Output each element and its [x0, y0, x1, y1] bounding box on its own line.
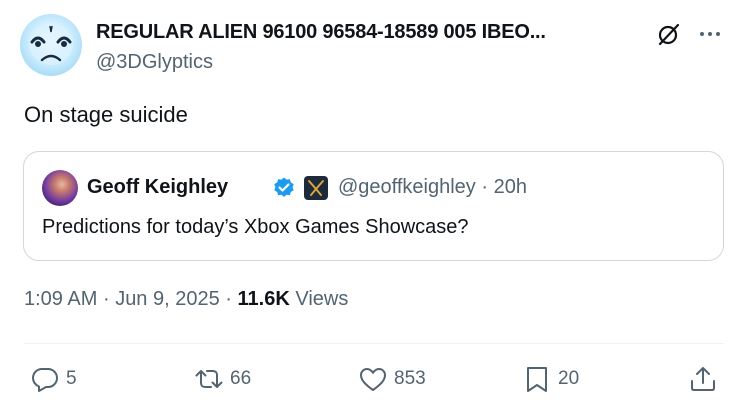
views-count[interactable]: 11.6K [238, 288, 290, 310]
repost-icon [195, 370, 223, 388]
author-display-name[interactable]: REGULAR ALIEN 96100 96584-18589 005 IBEO… [96, 21, 636, 44]
separator-dot: · [481, 176, 489, 198]
quoted-tweet-card[interactable]: Geoff Keighley @geoffkeighley · 20h Pred… [23, 151, 724, 261]
reply-count: 5 [66, 368, 77, 389]
grok-icon[interactable] [655, 20, 683, 48]
bookmark-count: 20 [558, 368, 580, 389]
quoted-tweet-text: Predictions for today’s Xbox Games Showc… [42, 216, 469, 238]
alien-face-icon [29, 23, 73, 65]
quoted-author-avatar[interactable] [42, 170, 78, 206]
tweet-date[interactable]: Jun 9, 2025 [115, 288, 220, 310]
bookmark-button[interactable]: 20 [522, 360, 579, 398]
views-label: Views [295, 288, 349, 310]
share-button[interactable] [688, 360, 718, 398]
repost-button[interactable]: 66 [194, 360, 251, 398]
heart-icon [360, 368, 386, 391]
like-count: 853 [394, 368, 426, 389]
separator-dot: · [102, 288, 110, 310]
separator-dot: · [225, 288, 232, 310]
share-icon [691, 367, 715, 391]
affiliation-badge-icon[interactable] [304, 176, 328, 200]
tweet-time[interactable]: 1:09 AM [24, 288, 97, 310]
tweet-text: On stage suicide [24, 102, 188, 127]
quoted-author-handle[interactable]: @geoffkeighley · 20h [338, 176, 527, 199]
like-button[interactable]: 853 [358, 360, 426, 398]
more-options-icon[interactable] [696, 20, 724, 48]
repost-count: 66 [230, 368, 252, 389]
divider [24, 343, 724, 344]
quoted-handle: @geoffkeighley [338, 176, 476, 198]
tweet-meta: 1:09 AM · Jun 9, 2025 · 11.6K Views [24, 288, 348, 311]
reply-icon [32, 368, 58, 392]
reply-button[interactable]: 5 [30, 360, 77, 398]
author-handle[interactable]: @3DGlyptics [96, 51, 213, 74]
verified-badge-icon [272, 176, 296, 200]
author-avatar[interactable] [20, 14, 82, 76]
bookmark-icon [527, 367, 547, 392]
quoted-author-name[interactable]: Geoff Keighley [87, 176, 228, 199]
quoted-age: 20h [493, 176, 527, 198]
